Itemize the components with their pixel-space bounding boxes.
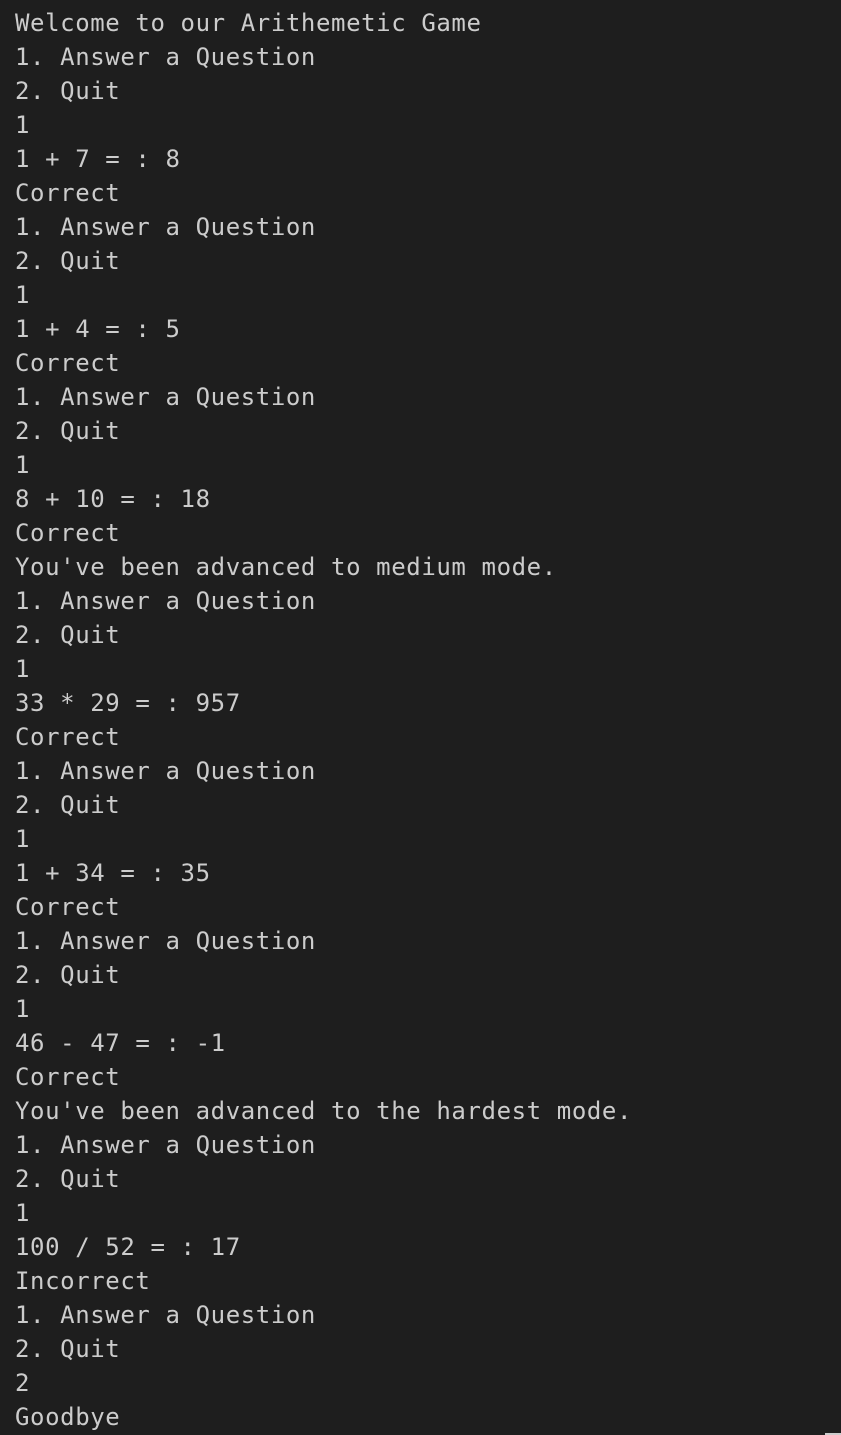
terminal-line: 1. Answer a Question: [15, 757, 316, 785]
terminal-line: 1: [15, 111, 31, 139]
terminal-line: Welcome to our Arithemetic Game: [15, 9, 482, 37]
terminal-line: Correct: [15, 179, 121, 207]
terminal-line: 1: [15, 281, 31, 309]
terminal-line: 2. Quit: [15, 1165, 121, 1193]
terminal-line: 2. Quit: [15, 247, 121, 275]
terminal-line: 2. Quit: [15, 961, 121, 989]
terminal-line: 2. Quit: [15, 1335, 121, 1363]
terminal-line: 2. Quit: [15, 621, 121, 649]
terminal-line: 1 + 7 = : 8: [15, 145, 181, 173]
terminal-line: 1 + 34 = : 35: [15, 859, 211, 887]
terminal-line: 1 + 4 = : 5: [15, 315, 181, 343]
terminal-line: 1: [15, 825, 31, 853]
terminal-line: 1: [15, 1199, 31, 1227]
terminal-line: 1: [15, 655, 31, 683]
terminal-line: 2: [15, 1369, 31, 1397]
terminal-line: 1: [15, 995, 31, 1023]
terminal-line: You've been advanced to the hardest mode…: [15, 1097, 633, 1125]
terminal-line: 2. Quit: [15, 417, 121, 445]
terminal-output[interactable]: Welcome to our Arithemetic Game 1. Answe…: [0, 0, 841, 1435]
terminal-line: You've been advanced to medium mode.: [15, 553, 557, 581]
terminal-line: 33 * 29 = : 957: [15, 689, 241, 717]
terminal-line: 1. Answer a Question: [15, 43, 316, 71]
terminal-line: 1. Answer a Question: [15, 587, 316, 615]
terminal-line: 1. Answer a Question: [15, 1301, 316, 1329]
terminal-line: Correct: [15, 893, 121, 921]
terminal-line: Incorrect: [15, 1267, 151, 1295]
terminal-line: 1: [15, 451, 31, 479]
terminal-line: Goodbye: [15, 1403, 121, 1431]
terminal-line: Correct: [15, 723, 121, 751]
terminal-line: 2. Quit: [15, 77, 121, 105]
terminal-line: 8 + 10 = : 18: [15, 485, 211, 513]
terminal-line: 46 - 47 = : -1: [15, 1029, 226, 1057]
terminal-line: 100 / 52 = : 17: [15, 1233, 241, 1261]
terminal-line: 2. Quit: [15, 791, 121, 819]
terminal-line: 1. Answer a Question: [15, 383, 316, 411]
terminal-line: 1. Answer a Question: [15, 1131, 316, 1159]
terminal-line: Correct: [15, 349, 121, 377]
terminal-line: 1. Answer a Question: [15, 213, 316, 241]
terminal-line: Correct: [15, 519, 121, 547]
terminal-line: Correct: [15, 1063, 121, 1091]
terminal-line: 1. Answer a Question: [15, 927, 316, 955]
